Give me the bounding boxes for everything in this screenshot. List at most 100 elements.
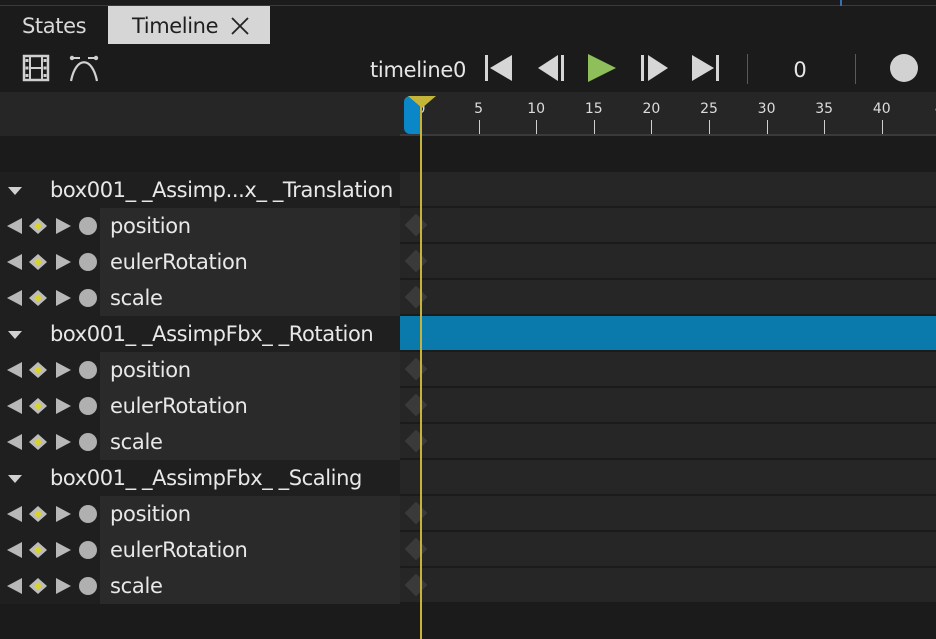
playhead-marker-icon[interactable] — [406, 94, 438, 110]
property-track-row[interactable]: position — [0, 352, 400, 388]
next-keyframe-icon[interactable] — [54, 433, 72, 451]
keyframe-marker[interactable] — [404, 573, 428, 597]
film-icon[interactable] — [22, 54, 50, 82]
next-keyframe-icon[interactable] — [54, 577, 72, 595]
record-property-icon[interactable] — [78, 541, 98, 561]
track-group[interactable]: box001_ _AssimpFbx_ _Scaling — [0, 460, 400, 496]
next-keyframe-icon[interactable] — [54, 289, 72, 307]
add-keyframe-icon[interactable] — [28, 541, 48, 559]
property-track-row[interactable]: eulerRotation — [0, 532, 400, 568]
tab-timeline[interactable]: Timeline — [108, 6, 270, 44]
keyframe-marker[interactable] — [404, 429, 428, 453]
add-keyframe-icon[interactable] — [28, 289, 48, 307]
add-keyframe-icon[interactable] — [28, 253, 48, 271]
add-keyframe-icon[interactable] — [28, 217, 48, 235]
previous-keyframe-icon[interactable] — [6, 289, 24, 307]
next-keyframe-icon[interactable] — [54, 217, 72, 235]
next-keyframe-icon[interactable] — [54, 505, 72, 523]
keyframe-marker[interactable] — [404, 501, 428, 525]
tab-timeline-label: Timeline — [132, 14, 219, 38]
previous-keyframe-icon[interactable] — [6, 361, 24, 379]
next-keyframe-icon[interactable] — [54, 253, 72, 271]
group-track-lane[interactable] — [400, 460, 936, 494]
add-keyframe-icon[interactable] — [28, 433, 48, 451]
track-list-header — [0, 92, 400, 136]
skip-to-end-icon[interactable] — [690, 53, 722, 83]
next-keyframe-icon[interactable] — [54, 397, 72, 415]
tab-states[interactable]: States — [0, 6, 108, 44]
previous-keyframe-icon[interactable] — [6, 253, 24, 271]
property-track-lane[interactable] — [400, 568, 936, 602]
group-track-lane[interactable] — [400, 316, 936, 350]
previous-keyframe-icon[interactable] — [6, 577, 24, 595]
track-list-footer — [0, 604, 400, 639]
property-label: eulerRotation — [110, 538, 248, 562]
close-icon[interactable] — [230, 16, 250, 36]
record-property-icon[interactable] — [78, 217, 98, 237]
track-group[interactable]: box001_ _Assimp...x_ _Translation — [0, 172, 400, 208]
curve-editor-icon[interactable] — [68, 52, 100, 84]
keyframe-marker[interactable] — [404, 537, 428, 561]
ruler-tick — [709, 120, 710, 134]
frame-ruler[interactable]: 05101520253035404 — [400, 92, 936, 136]
ruler-tick — [766, 120, 768, 134]
property-track-row[interactable]: scale — [0, 280, 400, 316]
step-forward-icon[interactable] — [638, 53, 670, 83]
group-track-lane[interactable] — [400, 172, 936, 206]
property-track-row[interactable]: position — [0, 208, 400, 244]
keyframe-marker[interactable] — [404, 357, 428, 381]
previous-keyframe-icon[interactable] — [6, 541, 24, 559]
property-track-row[interactable]: eulerRotation — [0, 244, 400, 280]
record-icon[interactable] — [890, 54, 918, 82]
play-icon[interactable] — [586, 52, 618, 84]
ruler-tick-label: 20 — [642, 101, 661, 117]
ruler-tick-label: 5 — [474, 101, 484, 117]
property-track-row[interactable]: position — [0, 496, 400, 532]
track-area[interactable] — [400, 136, 936, 639]
property-label: position — [110, 358, 191, 382]
property-track-lane[interactable] — [400, 496, 936, 530]
previous-keyframe-icon[interactable] — [6, 505, 24, 523]
skip-to-start-icon[interactable] — [482, 53, 514, 83]
add-keyframe-icon[interactable] — [28, 361, 48, 379]
next-keyframe-icon[interactable] — [54, 361, 72, 379]
previous-keyframe-icon[interactable] — [6, 397, 24, 415]
record-property-icon[interactable] — [78, 289, 98, 309]
collapse-arrow-icon[interactable] — [8, 475, 22, 483]
keyframe-marker[interactable] — [404, 249, 428, 273]
add-keyframe-icon[interactable] — [28, 505, 48, 523]
property-track-lane[interactable] — [400, 388, 936, 422]
record-property-icon[interactable] — [78, 505, 98, 525]
previous-keyframe-icon[interactable] — [6, 433, 24, 451]
record-property-icon[interactable] — [78, 577, 98, 597]
keyframe-marker[interactable] — [404, 285, 428, 309]
property-track-lane[interactable] — [400, 208, 936, 242]
current-frame-field[interactable]: 0 — [760, 58, 840, 82]
keyframe-marker[interactable] — [404, 213, 428, 237]
property-track-lane[interactable] — [400, 352, 936, 386]
property-track-lane[interactable] — [400, 280, 936, 314]
property-track-lane[interactable] — [400, 532, 936, 566]
property-track-row[interactable]: scale — [0, 568, 400, 604]
record-property-icon[interactable] — [78, 253, 98, 273]
property-track-row[interactable]: eulerRotation — [0, 388, 400, 424]
add-keyframe-icon[interactable] — [28, 397, 48, 415]
collapse-arrow-icon[interactable] — [8, 187, 22, 195]
keyframe-marker[interactable] — [404, 393, 428, 417]
previous-keyframe-icon[interactable] — [6, 217, 24, 235]
property-track-lane[interactable] — [400, 424, 936, 458]
property-track-row[interactable]: scale — [0, 424, 400, 460]
next-keyframe-icon[interactable] — [54, 541, 72, 559]
toolbar-separator — [855, 54, 856, 84]
record-property-icon[interactable] — [78, 433, 98, 453]
step-back-icon[interactable] — [536, 53, 568, 83]
add-keyframe-icon[interactable] — [28, 577, 48, 595]
track-group[interactable]: box001_ _AssimpFbx_ _Rotation — [0, 316, 400, 352]
collapse-arrow-icon[interactable] — [8, 331, 22, 339]
record-property-icon[interactable] — [78, 361, 98, 381]
property-label: scale — [110, 574, 163, 598]
property-label: eulerRotation — [110, 394, 248, 418]
record-property-icon[interactable] — [78, 397, 98, 417]
property-track-lane[interactable] — [400, 244, 936, 278]
property-label: position — [110, 502, 191, 526]
